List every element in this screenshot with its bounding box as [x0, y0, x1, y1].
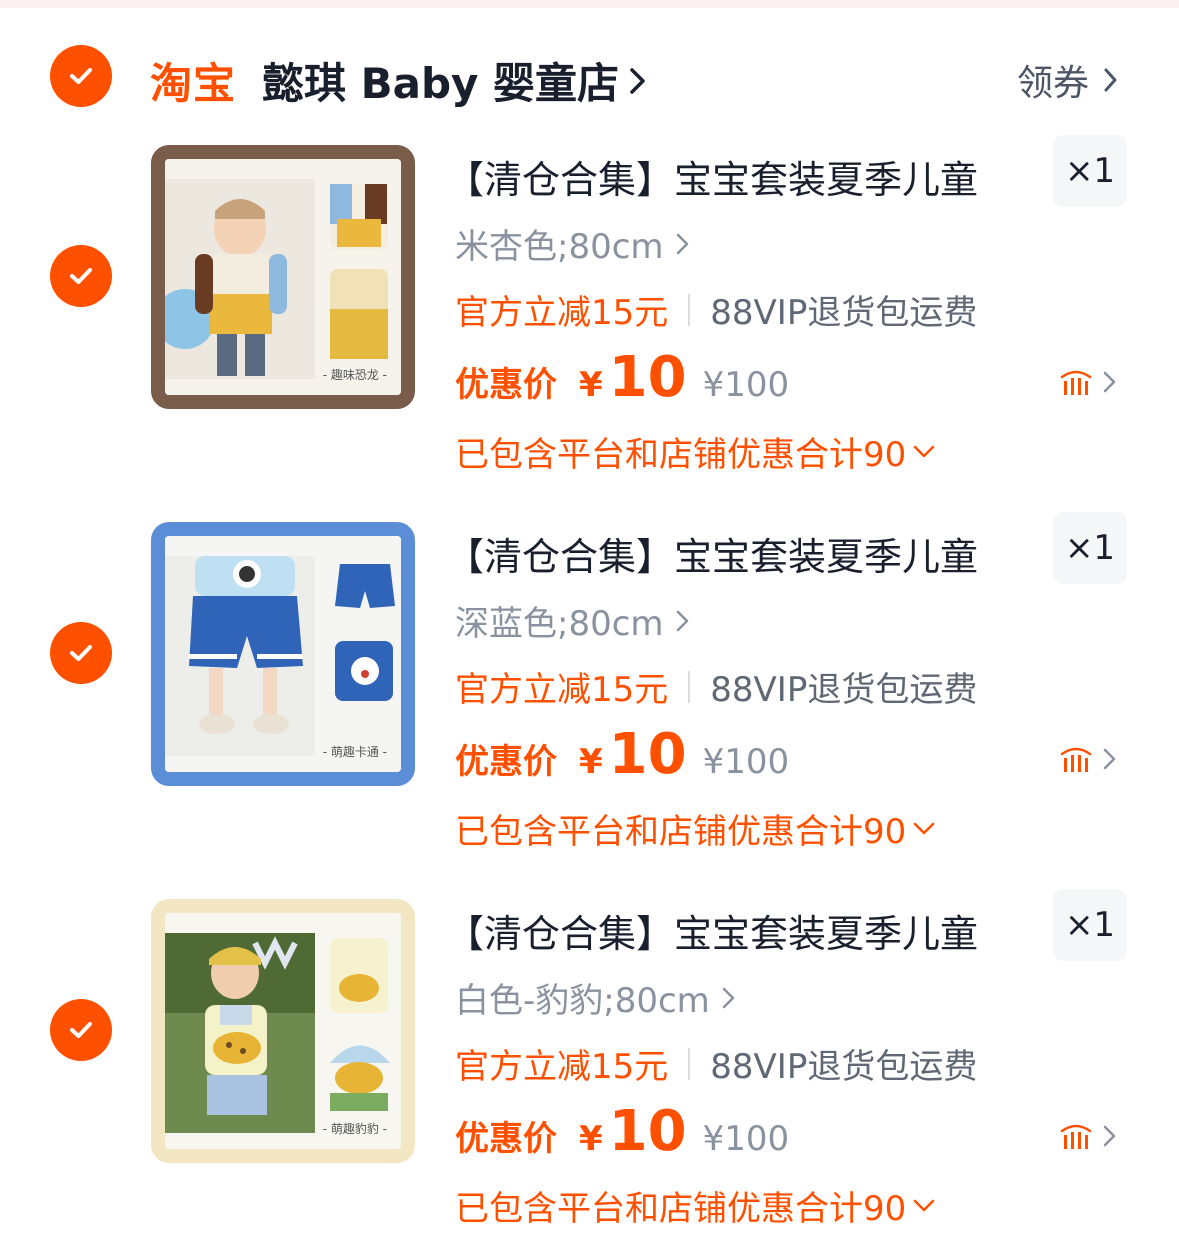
divider: [688, 293, 691, 326]
chevron-right-icon: [630, 67, 645, 94]
product-photo: [165, 913, 401, 1149]
spec-selector[interactable]: 白色-豹豹;80cm: [455, 973, 736, 1022]
promo-tag: 官方立减15元: [455, 1047, 669, 1087]
chevron-right-icon: [1103, 748, 1116, 770]
price-currency: ¥: [579, 365, 603, 405]
taobao-logo: 淘宝: [150, 59, 237, 108]
chevron-right-icon: [1103, 1125, 1116, 1147]
service-tag: 88VIP退货包运费: [710, 293, 978, 333]
price-label: 优惠价: [455, 742, 557, 782]
store-header: 淘宝 懿琪 Baby 婴童店 领券: [0, 40, 1179, 112]
price-row: 优惠价 ¥ 10 ¥100: [455, 345, 789, 415]
check-icon: [70, 68, 92, 84]
price-trend-button[interactable]: [1059, 742, 1117, 776]
product-photo: [165, 536, 401, 772]
discount-text: 已包含平台和店铺优惠合计90: [455, 1189, 907, 1229]
check-icon: [70, 645, 92, 661]
divider: [688, 670, 691, 703]
cart-page: 淘宝 懿琪 Baby 婴童店 领券 - 趣味恐龙 - 【清仓合集】宝宝套装夏季儿…: [0, 0, 1179, 1257]
price-label: 优惠价: [455, 365, 557, 405]
chevron-right-icon: [722, 987, 735, 1008]
divider: [688, 1047, 691, 1080]
product-image[interactable]: - 萌趣卡通 -: [151, 522, 415, 786]
price-row: 优惠价 ¥ 10 ¥100: [455, 722, 789, 792]
discount-detail-toggle[interactable]: 已包含平台和店铺优惠合计90: [455, 804, 936, 853]
quantity-button[interactable]: ×1: [1053, 135, 1127, 207]
service-tag: 88VIP退货包运费: [710, 670, 978, 710]
check-icon: [70, 268, 92, 284]
spec-label: 白色-豹豹;80cm: [455, 981, 710, 1021]
store-name: 懿琪 Baby 婴童店: [262, 59, 620, 108]
product-title[interactable]: 【清仓合集】宝宝套装夏季儿童: [446, 903, 978, 958]
price-value: 10: [608, 345, 687, 410]
price-trend-button[interactable]: [1059, 1119, 1117, 1153]
promo-tag: 官方立减15元: [455, 293, 669, 333]
service-tag: 88VIP退货包运费: [710, 1047, 978, 1087]
image-caption: - 趣味恐龙 -: [322, 368, 387, 382]
spec-label: 米杏色;80cm: [455, 227, 664, 267]
cart-item: - 萌趣卡通 - 【清仓合集】宝宝套装夏季儿童 ×1 深蓝色;80cm 官方立减…: [0, 512, 1179, 898]
check-icon: [70, 1022, 92, 1038]
product-image[interactable]: - 趣味恐龙 -: [151, 145, 415, 409]
price-row: 优惠价 ¥ 10 ¥100: [455, 1099, 789, 1169]
price-chart-icon: [1060, 1124, 1092, 1149]
cart-item: - 萌趣豹豹 - 【清仓合集】宝宝套装夏季儿童 ×1 白色-豹豹;80cm 官方…: [0, 889, 1179, 1257]
promo-tag: 官方立减15元: [455, 670, 669, 710]
promo-line: 官方立减15元 88VIP退货包运费: [455, 1039, 977, 1088]
spec-selector[interactable]: 米杏色;80cm: [455, 219, 690, 268]
original-price: ¥100: [702, 365, 790, 405]
discount-text: 已包含平台和店铺优惠合计90: [455, 435, 907, 475]
chevron-right-icon: [1104, 68, 1117, 92]
chevron-right-icon: [676, 233, 688, 254]
price-currency: ¥: [579, 742, 603, 782]
original-price: ¥100: [702, 742, 790, 782]
price-currency: ¥: [579, 1119, 603, 1159]
spec-label: 深蓝色;80cm: [455, 604, 664, 644]
quantity-button[interactable]: ×1: [1053, 889, 1127, 961]
price-chart-icon: [1060, 747, 1092, 772]
coupon-button[interactable]: 领券: [1017, 54, 1119, 106]
price-value: 10: [608, 722, 687, 787]
chevron-right-icon: [676, 610, 688, 631]
item-select-checkbox[interactable]: [50, 245, 112, 307]
quantity-button[interactable]: ×1: [1053, 512, 1127, 584]
chevron-right-icon: [1103, 371, 1116, 393]
price-label: 优惠价: [455, 1119, 557, 1159]
item-select-checkbox[interactable]: [50, 999, 112, 1061]
image-caption: - 萌趣卡通 -: [322, 745, 387, 759]
promo-line: 官方立减15元 88VIP退货包运费: [455, 285, 977, 334]
product-title[interactable]: 【清仓合集】宝宝套装夏季儿童: [446, 149, 978, 204]
coupon-label: 领券: [1016, 63, 1089, 104]
original-price: ¥100: [702, 1119, 790, 1159]
discount-detail-toggle[interactable]: 已包含平台和店铺优惠合计90: [455, 1181, 936, 1230]
cart-item: - 趣味恐龙 - 【清仓合集】宝宝套装夏季儿童 ×1 米杏色;80cm 官方立减…: [0, 135, 1179, 521]
discount-detail-toggle[interactable]: 已包含平台和店铺优惠合计90: [455, 427, 936, 476]
product-image[interactable]: - 萌趣豹豹 -: [151, 899, 415, 1163]
chevron-down-icon: [914, 1199, 935, 1211]
discount-text: 已包含平台和店铺优惠合计90: [455, 812, 907, 852]
chevron-down-icon: [914, 822, 935, 834]
item-select-checkbox[interactable]: [50, 622, 112, 684]
chevron-down-icon: [914, 445, 935, 457]
price-value: 10: [608, 1099, 687, 1164]
image-caption: - 萌趣豹豹 -: [322, 1122, 387, 1136]
product-title[interactable]: 【清仓合集】宝宝套装夏季儿童: [446, 526, 978, 581]
promo-line: 官方立减15元 88VIP退货包运费: [455, 662, 977, 711]
store-select-checkbox[interactable]: [50, 45, 112, 107]
top-strip: [0, 0, 1179, 8]
store-name-link[interactable]: 懿琪 Baby 婴童店: [262, 50, 647, 111]
product-photo: [165, 159, 401, 395]
price-chart-icon: [1060, 370, 1092, 395]
price-trend-button[interactable]: [1059, 365, 1117, 399]
spec-selector[interactable]: 深蓝色;80cm: [455, 596, 690, 645]
